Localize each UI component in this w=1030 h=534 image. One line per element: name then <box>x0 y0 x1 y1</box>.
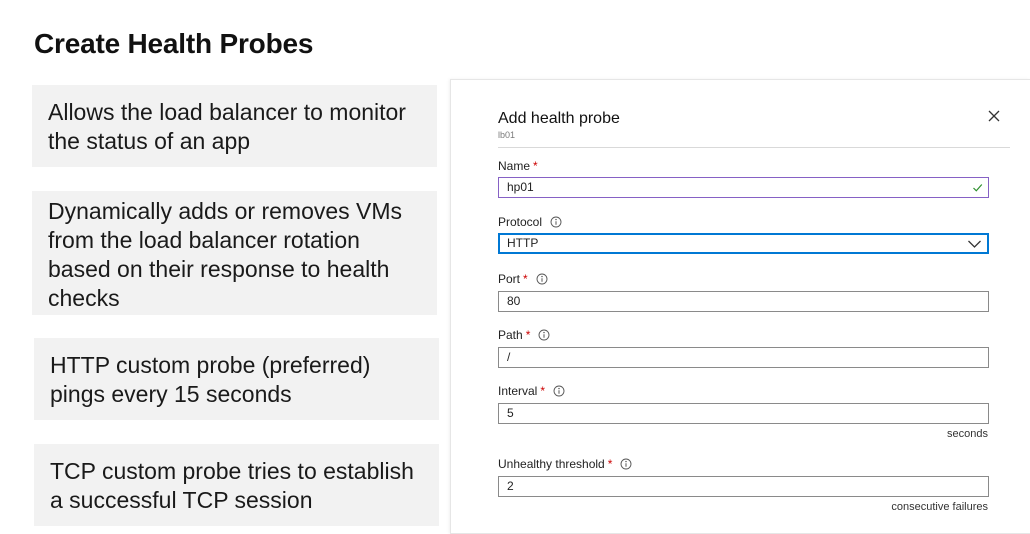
name-field-value: hp01 <box>507 180 534 194</box>
bullet-dynamic-rotation: Dynamically adds or removes VMs from the… <box>32 191 437 315</box>
interval-field[interactable]: 5 <box>498 403 989 424</box>
interval-unit: seconds <box>947 428 988 440</box>
close-icon[interactable] <box>986 108 1002 124</box>
path-required-mark: * <box>525 328 531 342</box>
info-icon[interactable] <box>553 385 565 397</box>
check-icon <box>973 184 983 192</box>
add-health-probe-panel: Add health probe lb01 Name * hp01 Protoc… <box>450 79 1030 534</box>
info-icon[interactable] <box>550 216 562 228</box>
unhealthy-threshold-field-value: 2 <box>507 479 514 493</box>
port-field-value: 80 <box>507 294 521 308</box>
unhealthy-threshold-required-mark: * <box>607 457 613 471</box>
interval-required-mark: * <box>540 384 546 398</box>
protocol-label-text: Protocol <box>498 215 543 229</box>
chevron-down-icon[interactable] <box>967 238 982 249</box>
unhealthy-threshold-label: Unhealthy threshold * <box>498 457 632 471</box>
bullet-load-balancer-monitor: Allows the load balancer to monitor the … <box>32 85 437 167</box>
port-label: Port * <box>498 272 548 286</box>
unhealthy-threshold-unit: consecutive failures <box>891 501 988 513</box>
name-label-text: Name <box>498 159 531 173</box>
interval-label: Interval * <box>498 384 565 398</box>
panel-title: Add health probe <box>498 110 620 127</box>
protocol-label: Protocol <box>498 215 562 229</box>
protocol-select-value: HTTP <box>507 236 539 250</box>
unhealthy-threshold-label-text: Unhealthy threshold <box>498 457 605 471</box>
info-icon[interactable] <box>538 329 550 341</box>
bullet-tcp-probe: TCP custom probe tries to establish a su… <box>34 444 439 526</box>
path-field[interactable]: / <box>498 347 989 368</box>
port-required-mark: * <box>523 272 528 286</box>
panel-subtitle: lb01 <box>498 130 516 140</box>
port-label-text: Port <box>498 272 521 286</box>
name-required-mark: * <box>533 159 538 173</box>
panel-divider <box>498 147 1010 148</box>
bullet-http-probe: HTTP custom probe (preferred) pings ever… <box>34 338 439 420</box>
port-field[interactable]: 80 <box>498 291 989 312</box>
slide-title: Create Health Probes <box>34 28 314 59</box>
unhealthy-threshold-field[interactable]: 2 <box>498 476 989 497</box>
info-icon[interactable] <box>536 273 548 285</box>
name-field[interactable]: hp01 <box>498 177 989 198</box>
path-label: Path * <box>498 328 550 342</box>
name-label: Name * <box>498 159 538 173</box>
path-label-text: Path <box>498 328 523 342</box>
interval-field-value: 5 <box>507 406 514 420</box>
interval-label-text: Interval <box>498 384 538 398</box>
info-icon[interactable] <box>620 458 632 470</box>
path-field-value: / <box>507 350 511 364</box>
protocol-select[interactable]: HTTP <box>498 233 989 254</box>
